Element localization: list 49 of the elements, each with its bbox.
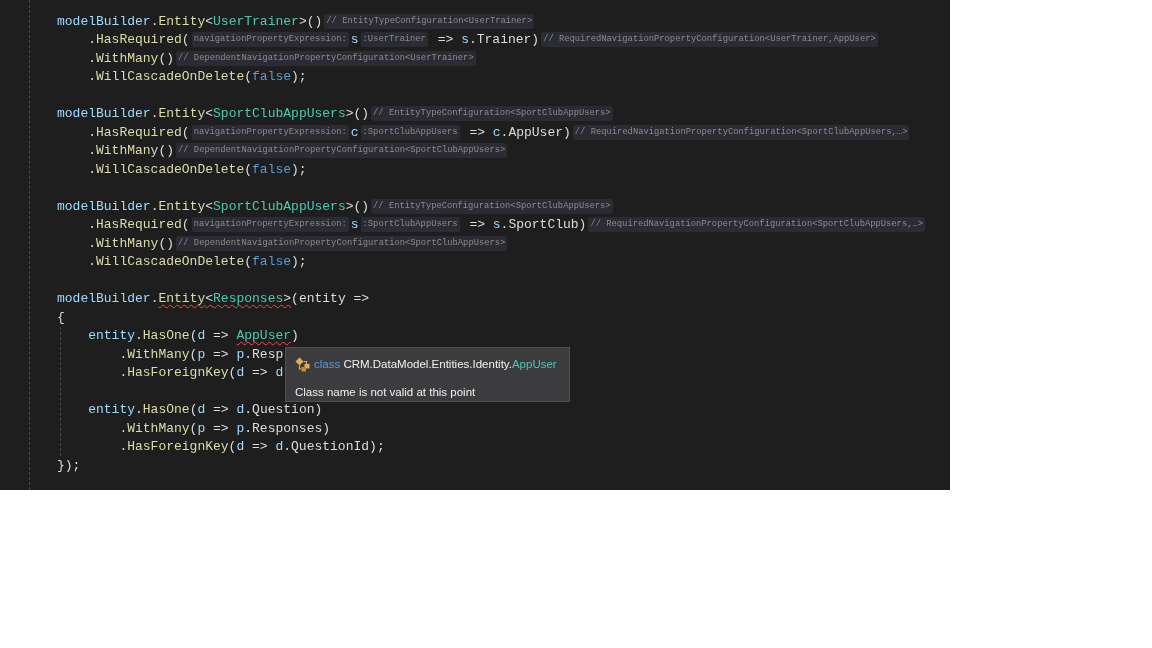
code-text: .HasForeignKey(d => d.QuestionId); (119, 439, 385, 455)
code-text: => s.SportClub) (468, 217, 587, 233)
inlay-hint: // EntityTypeConfiguration<SportClubAppUsers> (371, 106, 613, 122)
code-text: entity.HasOne(d => (88, 328, 230, 344)
inlay-hint: // DependentNavigationPropertyConfiguration<UserTrainer> (176, 50, 476, 66)
code-text: { (57, 309, 65, 325)
inlay-hint: navigationPropertyExpression: (191, 124, 349, 140)
inlay-hint: navigationPropertyExpression: (191, 217, 349, 233)
code-text: .WillCascadeOnDelete(false); (88, 254, 307, 270)
code-text: s (350, 32, 359, 48)
inlay-hint: // RequiredNavigationPropertyConfiguration<SportClubAppUsers,…> (572, 124, 910, 140)
inlay-hint: // EntityTypeConfiguration<SportClubAppUsers> (371, 198, 613, 214)
code-text: .WillCascadeOnDelete(false); (88, 69, 307, 85)
code-text: c (350, 124, 359, 140)
code-text: AppUser (236, 328, 292, 344)
code-text: Entity<Responses> (158, 291, 292, 307)
inlay-hint: :UserTrainer (360, 32, 428, 48)
code-text: .WithMany() (88, 143, 175, 159)
code-text: modelBuilder.Entity<SportClubAppUsers>() (57, 198, 370, 214)
class-icon (295, 356, 310, 372)
code-text: .HasRequired( (88, 32, 190, 48)
code-text: }); (57, 457, 81, 473)
inlay-hint: // DependentNavigationPropertyConfiguration<SportClubAppUsers> (176, 143, 508, 159)
inlay-hint: navigationPropertyExpression: (191, 32, 349, 48)
code-text: .WithMany(p => p.Resp (119, 346, 284, 362)
inlay-hint: :SportClubAppUsers (360, 124, 460, 140)
code-text: s (350, 217, 359, 233)
type-signature: class CRM.DataModel.Entities.Identity.AppUser (314, 358, 557, 370)
code-text: entity.HasOne(d => d.Question) (88, 402, 323, 418)
error-message: Class name is not valid at this point (295, 385, 477, 400)
inlay-hint: :SportClubAppUsers (360, 217, 460, 233)
code-text: (entity => (291, 291, 370, 307)
code-text: modelBuilder.Entity<UserTrainer>() (57, 13, 323, 29)
code-text: .HasRequired( (88, 124, 190, 140)
inlay-hint: // RequiredNavigationPropertyConfiguration<UserTrainer,AppUser> (541, 32, 878, 48)
inlay-hint: // DependentNavigationPropertyConfiguration<SportClubAppUsers> (176, 235, 508, 251)
code-text: => c.AppUser) (468, 124, 571, 140)
code-text: .WithMany(p => p.Responses) (119, 420, 331, 436)
code-text: .WithMany() (88, 50, 175, 66)
code-text: modelBuilder. (57, 291, 159, 307)
code-text: .WillCascadeOnDelete(false); (88, 161, 307, 177)
code-text: .HasForeignKey(d => d (119, 365, 284, 381)
inlay-hint: // EntityTypeConfiguration<UserTrainer> (324, 13, 535, 29)
code-text: ) (291, 328, 299, 344)
code-text: .WithMany() (88, 235, 175, 251)
code-text: .HasRequired( (88, 217, 190, 233)
inlay-hint: // RequiredNavigationPropertyConfiguration<SportClubAppUsers,…> (588, 217, 925, 233)
code-text: modelBuilder.Entity<SportClubAppUsers>() (57, 106, 370, 122)
code-text: => s.Trainer) (436, 32, 540, 48)
